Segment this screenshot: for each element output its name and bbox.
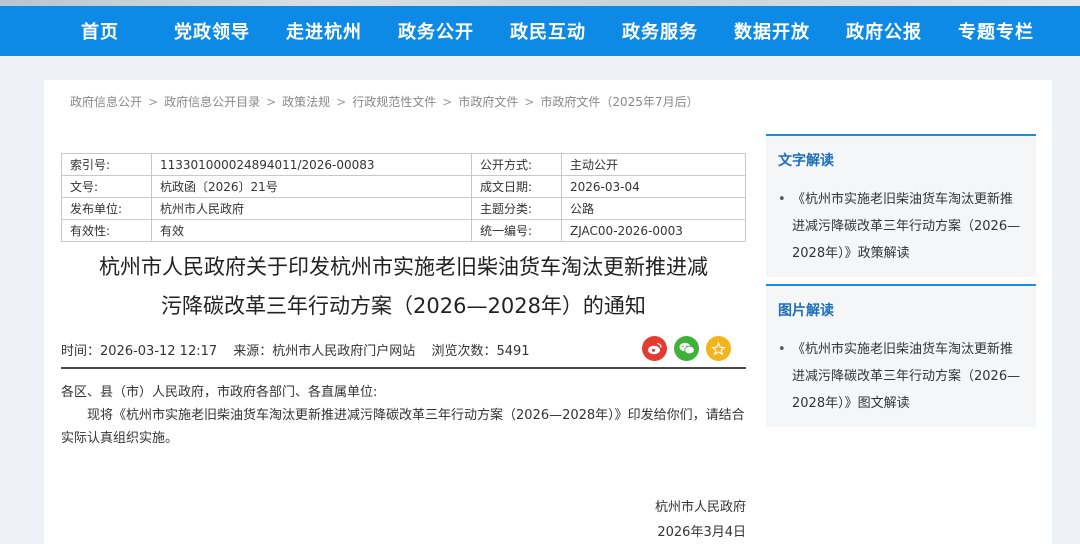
meta-label-issuer: 发布单位: xyxy=(61,197,152,220)
breadcrumb-separator: > xyxy=(442,95,453,109)
content-container: 政府信息公开 > 政府信息公开目录 > 政策法规 > 行政规范性文件 > 市政府文件 > 市政府文件… xyxy=(44,80,1052,544)
sidebar-link-graphic-interpretation[interactable]: 《杭州市实施老旧柴油货车淘汰更新推进减污降碳改革三年行动方案（2026—2028… xyxy=(778,336,1024,417)
signature-organization: 杭州市人民政府 xyxy=(654,500,746,515)
meta-value-issuer: 杭州市人民政府 xyxy=(151,197,472,220)
meta-value-validity: 有效 xyxy=(151,219,472,242)
breadcrumb-item-normative[interactable]: 行政规范性文件 xyxy=(352,95,436,109)
source-text: 来源：杭州市人民政府门户网站 xyxy=(233,344,416,359)
view-count: 浏览次数：5491 xyxy=(431,344,530,359)
table-row: 有效性: 有效 统一编号: ZJAC00-2026-0003 xyxy=(61,219,746,242)
meta-value-doc-number: 杭政函〔2026〕21号 xyxy=(151,175,472,198)
breadcrumb-item-catalog[interactable]: 政府信息公开目录 xyxy=(164,95,260,109)
publish-time: 时间：2026-03-12 12:17 xyxy=(61,344,218,359)
breadcrumb: 政府信息公开 > 政府信息公开目录 > 政策法规 > 行政规范性文件 > 市政府文件 > 市政府文件… xyxy=(70,93,699,110)
breadcrumb-item-policy[interactable]: 政策法规 xyxy=(282,95,330,109)
document-paragraph: 现将《杭州市实施老旧柴油货车淘汰更新推进减污降碳改革三年行动方案（2026—20… xyxy=(61,408,745,446)
nav-item-gazette[interactable]: 政府公报 xyxy=(828,18,940,44)
table-row: 索引号: 113301000024894011/2026-00083 公开方式:… xyxy=(61,153,746,176)
weibo-icon[interactable] xyxy=(642,336,667,361)
breadcrumb-item-current[interactable]: 市政府文件（2025年7月后） xyxy=(540,95,698,109)
nav-item-services[interactable]: 政务服务 xyxy=(604,18,716,44)
document-salutation: 各区、县（市）人民政府，市政府各部门、各直属单位: xyxy=(61,385,378,400)
meta-label-doc-number: 文号: xyxy=(61,175,152,198)
meta-label-index: 索引号: xyxy=(61,153,152,176)
breadcrumb-separator: > xyxy=(336,95,347,109)
wechat-icon[interactable] xyxy=(674,336,699,361)
nav-item-gov-affairs-open[interactable]: 政务公开 xyxy=(380,18,492,44)
document-meta-table: 索引号: 113301000024894011/2026-00083 公开方式:… xyxy=(61,153,746,242)
document-body: 各区、县（市）人民政府，市政府各部门、各直属单位: 现将《杭州市实施老旧柴油货车… xyxy=(61,381,746,450)
breadcrumb-item-info-open[interactable]: 政府信息公开 xyxy=(70,95,142,109)
meta-value-topic: 公路 xyxy=(561,197,746,220)
nav-item-open-data[interactable]: 数据开放 xyxy=(716,18,828,44)
meta-value-index: 113301000024894011/2026-00083 xyxy=(151,153,472,176)
nav-item-leadership[interactable]: 党政领导 xyxy=(156,18,268,44)
meta-label-code: 统一编号: xyxy=(471,219,562,242)
meta-value-code: ZJAC00-2026-0003 xyxy=(561,219,746,242)
nav-item-home[interactable]: 首页 xyxy=(44,18,156,44)
breadcrumb-separator: > xyxy=(524,95,535,109)
nav-item-about-hangzhou[interactable]: 走进杭州 xyxy=(268,18,380,44)
document-title-line: 污降碳改革三年行动方案（2026—2028年）的通知 xyxy=(161,294,646,318)
breadcrumb-item-city-docs[interactable]: 市政府文件 xyxy=(458,95,518,109)
sidebar-section-title: 图片解读 xyxy=(778,303,834,319)
meta-value-open-method: 主动公开 xyxy=(561,153,746,176)
main-nav: 首页 党政领导 走进杭州 政务公开 政民互动 政务服务 数据开放 政府公报 专题… xyxy=(0,6,1080,56)
breadcrumb-separator: > xyxy=(148,95,159,109)
nav-item-interaction[interactable]: 政民互动 xyxy=(492,18,604,44)
document-title-line: 杭州市人民政府关于印发杭州市实施老旧柴油货车淘汰更新推进减 xyxy=(99,255,708,279)
sidebar-section-title: 文字解读 xyxy=(778,153,834,169)
meta-label-validity: 有效性: xyxy=(61,219,152,242)
table-row: 发布单位: 杭州市人民政府 主题分类: 公路 xyxy=(61,197,746,220)
meta-value-date: 2026-03-04 xyxy=(561,175,746,198)
signature-date: 2026年3月4日 xyxy=(657,525,746,540)
sidebar-image-interpretation: 图片解读 《杭州市实施老旧柴油货车淘汰更新推进减污降碳改革三年行动方案（2026… xyxy=(766,284,1036,427)
sidebar-text-interpretation: 文字解读 《杭州市实施老旧柴油货车淘汰更新推进减污降碳改革三年行动方案（2026… xyxy=(766,134,1036,277)
title-divider xyxy=(61,367,746,369)
meta-label-date: 成文日期: xyxy=(471,175,562,198)
meta-label-topic: 主题分类: xyxy=(471,197,562,220)
nav-item-special-topics[interactable]: 专题专栏 xyxy=(940,18,1052,44)
breadcrumb-separator: > xyxy=(266,95,277,109)
meta-label-open-method: 公开方式: xyxy=(471,153,562,176)
sidebar-link-policy-interpretation[interactable]: 《杭州市实施老旧柴油货车淘汰更新推进减污降碳改革三年行动方案（2026—2028… xyxy=(778,186,1024,267)
table-row: 文号: 杭政函〔2026〕21号 成文日期: 2026-03-04 xyxy=(61,175,746,198)
star-icon[interactable] xyxy=(706,336,731,361)
document-title: 杭州市人民政府关于印发杭州市实施老旧柴油货车淘汰更新推进减 污降碳改革三年行动方… xyxy=(61,248,746,326)
document-signature: 杭州市人民政府 2026年3月4日 xyxy=(564,495,746,544)
sidebar: 文字解读 《杭州市实施老旧柴油货车淘汰更新推进减污降碳改革三年行动方案（2026… xyxy=(766,134,1036,434)
share-buttons xyxy=(642,336,731,361)
